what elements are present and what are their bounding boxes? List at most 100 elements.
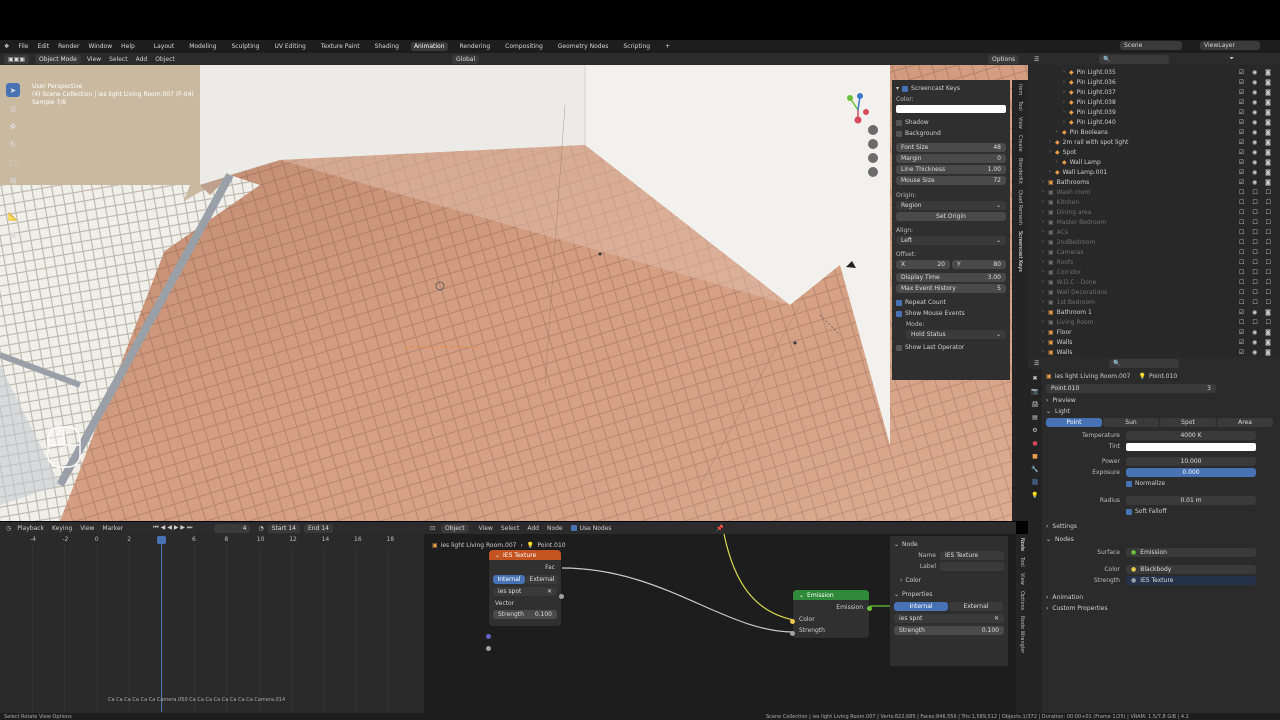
move-tool-icon[interactable]: ✥	[6, 119, 20, 133]
object-tab-icon[interactable]: ■	[1032, 453, 1038, 460]
nodes-panel-header[interactable]: ⌄ Nodes	[1046, 534, 1274, 545]
strength-in-socket-icon[interactable]	[790, 631, 795, 636]
radius-field[interactable]: 0.01 m	[1126, 496, 1256, 505]
viewlayer-field[interactable]: ViewLayer	[1200, 41, 1260, 50]
visibility-toggles-icon[interactable]: ☐ ☐ ☐	[1239, 249, 1274, 256]
panel-ies-file-field[interactable]: ies spot ✕	[894, 614, 1004, 623]
screencast-enable-checkbox[interactable]	[902, 85, 909, 92]
light-type-area[interactable]: Area	[1217, 418, 1273, 427]
outliner-item[interactable]: › ▣ 1st Bedroom ☐ ☐ ☐	[1042, 297, 1280, 307]
render-tab-icon[interactable]: 📷	[1031, 388, 1038, 395]
line-thickness-field[interactable]: Line Thickness 1.00	[896, 165, 1006, 174]
tab-compositing[interactable]: Compositing	[502, 42, 546, 51]
timeline[interactable]: ◷ Playback Keying View Marker ⏮◀◀▶▶⏭ 4 ◔…	[0, 522, 424, 713]
visibility-toggles-icon[interactable]: ☑ ◉ ◙	[1239, 149, 1274, 156]
sidebar-tab-create[interactable]: Create	[1017, 135, 1023, 152]
playhead[interactable]	[161, 536, 162, 712]
visibility-toggles-icon[interactable]: ☐ ☐ ☐	[1239, 189, 1274, 196]
end-frame-field[interactable]: End 14	[303, 523, 333, 533]
menu-playback[interactable]: Playback	[17, 525, 44, 532]
outliner-item[interactable]: › ▣ Master Bedroom ☐ ☐ ☐	[1042, 217, 1280, 227]
display-time-field[interactable]: Display Time 3.00	[896, 273, 1006, 282]
menu-window[interactable]: Window	[88, 43, 112, 50]
color-swatch[interactable]	[896, 105, 1006, 113]
menu-view[interactable]: View	[80, 525, 94, 532]
outliner-item[interactable]: › ▣ Walls ☑ ◉ ◙	[1042, 337, 1280, 347]
scale-tool-icon[interactable]: ⬚	[6, 155, 20, 169]
rotate-tool-icon[interactable]: ↻	[6, 137, 20, 151]
playhead-handle[interactable]	[157, 536, 166, 544]
settings-panel-header[interactable]: › Settings	[1046, 521, 1274, 532]
node-tab-view[interactable]: View	[1019, 573, 1025, 585]
node-strength-field[interactable]: Strength 0.100	[493, 610, 557, 619]
node-editor[interactable]: ⊡ Object View Select Add Node Use Nodes …	[424, 522, 1016, 713]
close-icon[interactable]: ✕	[547, 588, 552, 595]
outliner-item[interactable]: › ▣ Wall Decorations ☐ ☐ ☐	[1042, 287, 1280, 297]
view-layer-tab-icon[interactable]: ▤	[1032, 414, 1038, 421]
outliner-item[interactable]: › ◆ Spot ☑ ◉ ◙	[1042, 147, 1280, 157]
repeat-count-checkbox[interactable]	[896, 299, 902, 306]
visibility-toggles-icon[interactable]: ☑ ◉ ◙	[1239, 339, 1274, 346]
tab-scripting[interactable]: Scripting	[620, 42, 653, 51]
world-tab-icon[interactable]: ●	[1032, 440, 1037, 447]
node-color-header[interactable]: › Color	[894, 575, 1004, 586]
visibility-toggles-icon[interactable]: ☑ ◉ ◙	[1239, 179, 1274, 186]
visibility-toggles-icon[interactable]: ☐ ☐ ☐	[1239, 259, 1274, 266]
camera-markers[interactable]: Ca Ca Ca Ca Ca Ca Camera.050 Ca Ca Ca Ca…	[108, 697, 285, 703]
visibility-toggles-icon[interactable]: ☑ ◉ ◙	[1239, 109, 1274, 116]
outliner-item[interactable]: › ▣ Dining area ☐ ☐ ☐	[1042, 207, 1280, 217]
surface-field[interactable]: ● Emission	[1126, 548, 1256, 557]
node-tab-node-wrangler[interactable]: Node Wrangler	[1019, 616, 1025, 653]
menu-keying[interactable]: Keying	[52, 525, 72, 532]
outliner-item[interactable]: › ◆ Pin Light.040 ☑ ◉ ◙	[1042, 117, 1280, 127]
measure-tool-icon[interactable]: 📐	[6, 209, 20, 223]
tab-geometry-nodes[interactable]: Geometry Nodes	[555, 42, 612, 51]
menu-marker[interactable]: Marker	[102, 525, 123, 532]
sidebar-tab-view[interactable]: View	[1017, 117, 1023, 129]
emission-node-header[interactable]: ⌄ Emission	[793, 590, 869, 600]
tab-modeling[interactable]: Modeling	[186, 42, 219, 51]
outliner-item[interactable]: › ▣ W.D.C - Done ☐ ☐ ☐	[1042, 277, 1280, 287]
light-data-tab-icon[interactable]: 💡	[1031, 492, 1038, 499]
light-type-point[interactable]: Point	[1046, 418, 1102, 427]
preview-panel-header[interactable]: › Preview	[1046, 395, 1274, 406]
outliner-item[interactable]: › ◆ Pin Light.039 ☑ ◉ ◙	[1042, 107, 1280, 117]
transform-tool-icon[interactable]: ⊞	[6, 173, 20, 187]
tool-tab-icon[interactable]: ✖	[1032, 375, 1037, 382]
tab-rendering[interactable]: Rendering	[457, 42, 494, 51]
visibility-toggles-icon[interactable]: ☐ ☐ ☐	[1239, 289, 1274, 296]
menu-help[interactable]: Help	[121, 43, 135, 50]
outliner-item[interactable]: › ▣ Living Room ☐ ☐ ☐	[1042, 317, 1280, 327]
current-frame-field[interactable]: 4	[214, 523, 251, 533]
menu-add[interactable]: Add	[136, 56, 148, 63]
light-type-sun[interactable]: Sun	[1103, 418, 1159, 427]
scene-selector[interactable]: Scene	[1120, 41, 1191, 50]
tab-uv-editing[interactable]: UV Editing	[272, 42, 309, 51]
offset-x-field[interactable]: X 20	[896, 260, 950, 269]
custom-properties-panel-header[interactable]: › Custom Properties	[1046, 603, 1274, 614]
sidebar-tab-quad-remesh[interactable]: Quad Remesh	[1017, 190, 1023, 225]
panel-strength-field[interactable]: Strength 0.100	[894, 626, 1004, 635]
filter-icon[interactable]: ⏷	[1229, 55, 1234, 63]
visibility-toggles-icon[interactable]: ☐ ☐ ☐	[1239, 229, 1274, 236]
visibility-toggles-icon[interactable]: ☐ ☐ ☐	[1239, 319, 1274, 326]
visibility-toggles-icon[interactable]: ☑ ◉ ◙	[1239, 119, 1274, 126]
outliner-item[interactable]: › ▣ Kitchen ☐ ☐ ☐	[1042, 197, 1280, 207]
navigation-gizmo-icon[interactable]	[838, 90, 878, 130]
sidebar-tab-item[interactable]: Item	[1017, 84, 1023, 95]
exposure-field[interactable]: 0.000	[1126, 468, 1256, 477]
menu-file[interactable]: File	[18, 43, 28, 50]
visibility-toggles-icon[interactable]: ☑ ◉ ◙	[1239, 159, 1274, 166]
visibility-toggles-icon[interactable]: ☐ ☐ ☐	[1239, 219, 1274, 226]
offset-y-field[interactable]: Y 80	[952, 260, 1006, 269]
show-last-operator-checkbox[interactable]	[896, 344, 902, 351]
timeline-ruler[interactable]: -4-2024681012141618	[0, 536, 424, 712]
sidebar-tab-tool[interactable]: Tool	[1017, 101, 1023, 111]
outliner-item[interactable]: › ◆ Pin Light.036 ☑ ◉ ◙	[1042, 77, 1280, 87]
screencast-header[interactable]: ▾ Screencast Keys	[896, 83, 1006, 94]
animation-panel-header[interactable]: › Animation	[1046, 592, 1274, 603]
ies-file-field[interactable]: ies spot ✕	[493, 587, 557, 596]
viewlayer-selector[interactable]: ViewLayer	[1200, 41, 1269, 50]
sidebar-tab-blenderkit[interactable]: BlenderKit	[1017, 158, 1023, 184]
outliner-search-input[interactable]: 🔍	[1099, 54, 1170, 64]
